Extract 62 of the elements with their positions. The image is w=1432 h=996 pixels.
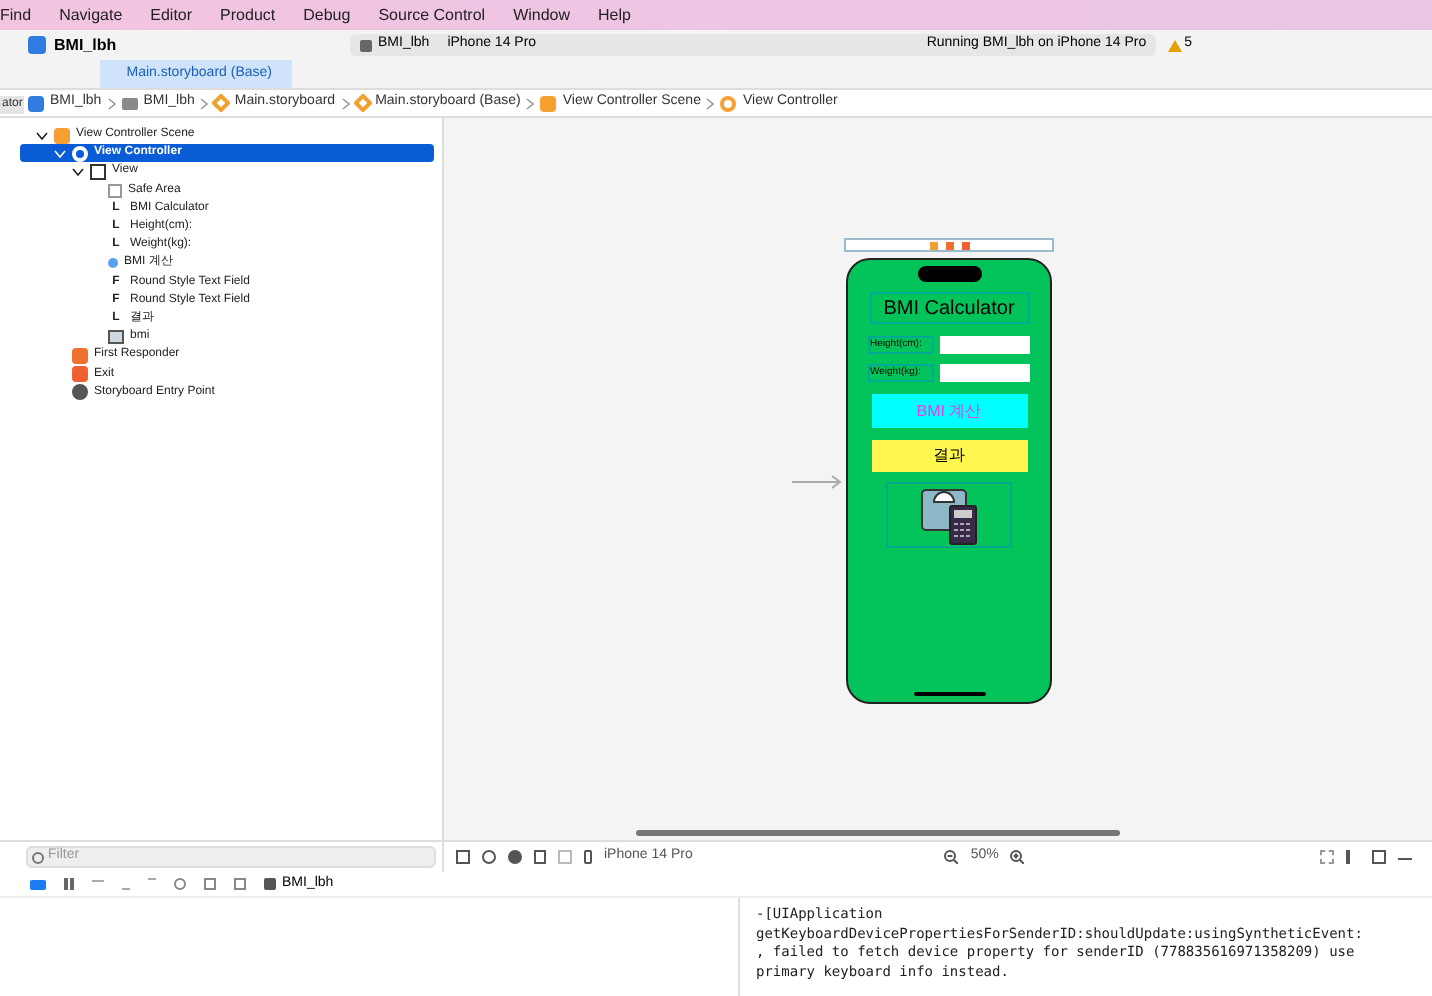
app-icon: [28, 36, 46, 54]
console-toggle-icon: [30, 879, 46, 889]
responder-icon: [945, 241, 953, 249]
storyboard-icon: [211, 93, 232, 113]
exit-icon: [72, 366, 88, 383]
zoom-out-icon[interactable]: [944, 850, 959, 864]
orientation-icon: [534, 850, 546, 864]
update-icon: [482, 850, 496, 864]
filter-icon: [32, 851, 44, 863]
pin-icon: [1372, 850, 1386, 864]
menu-item[interactable]: Editor: [150, 3, 193, 27]
appearance-icon: [508, 850, 522, 864]
menu-item[interactable]: Source Control: [378, 3, 486, 27]
zoom-in-icon[interactable]: [1010, 850, 1025, 864]
menu-item[interactable]: Navigate: [59, 3, 123, 27]
project-title: BMI_lbh: [54, 33, 119, 57]
weight-field[interactable]: [940, 364, 1030, 382]
menu-item[interactable]: Find: [0, 3, 32, 27]
app-icon: [28, 95, 44, 111]
entry-arrow-icon: [792, 474, 844, 490]
storyboard-icon: [352, 93, 373, 113]
app-icon: [264, 878, 276, 890]
result-label: 결과: [871, 440, 1027, 472]
title-label: BMI Calculator: [869, 292, 1029, 324]
image-icon: [108, 330, 124, 345]
dynamic-island-icon: [917, 266, 981, 282]
controller-icon: [72, 145, 88, 162]
constraints-icon: [1320, 850, 1334, 864]
home-indicator-icon: [913, 692, 985, 696]
environment-icon: [234, 878, 246, 890]
menu-item[interactable]: Window: [513, 3, 571, 27]
entry-point-icon: [72, 384, 88, 401]
disclosure-icon[interactable]: [72, 165, 84, 178]
layout-icon: [558, 850, 572, 864]
chevron-icon: [200, 97, 209, 109]
exit-icon: [961, 241, 969, 249]
sidebar-icon: [456, 850, 470, 864]
graph-icon: [204, 878, 216, 890]
view-icon: [90, 163, 106, 180]
menu-item[interactable]: Help: [598, 3, 631, 27]
chevron-icon: [107, 97, 116, 109]
controller-icon: [929, 241, 937, 249]
memory-icon: [174, 878, 186, 890]
scene-icon: [54, 127, 70, 144]
folder-icon: [121, 97, 138, 109]
menu-item[interactable]: Debug: [303, 3, 351, 27]
responder-icon: [72, 347, 88, 364]
height-field[interactable]: [940, 336, 1030, 354]
menu-item[interactable]: Product: [220, 3, 276, 27]
disclosure-icon[interactable]: [36, 129, 48, 142]
chevron-icon: [706, 97, 715, 109]
horizontal-scrollbar[interactable]: [636, 830, 1120, 836]
controller-icon: [720, 95, 737, 111]
app-icon: [360, 39, 372, 51]
scene-icon: [540, 95, 557, 111]
pause-icon: [64, 878, 74, 890]
device-icon: [584, 850, 592, 864]
safe-area-icon: [108, 183, 122, 198]
chevron-icon: [341, 97, 350, 109]
chevron-icon: [526, 97, 535, 109]
button-icon: [108, 258, 118, 269]
scale-calculator-drawing: [917, 485, 981, 545]
